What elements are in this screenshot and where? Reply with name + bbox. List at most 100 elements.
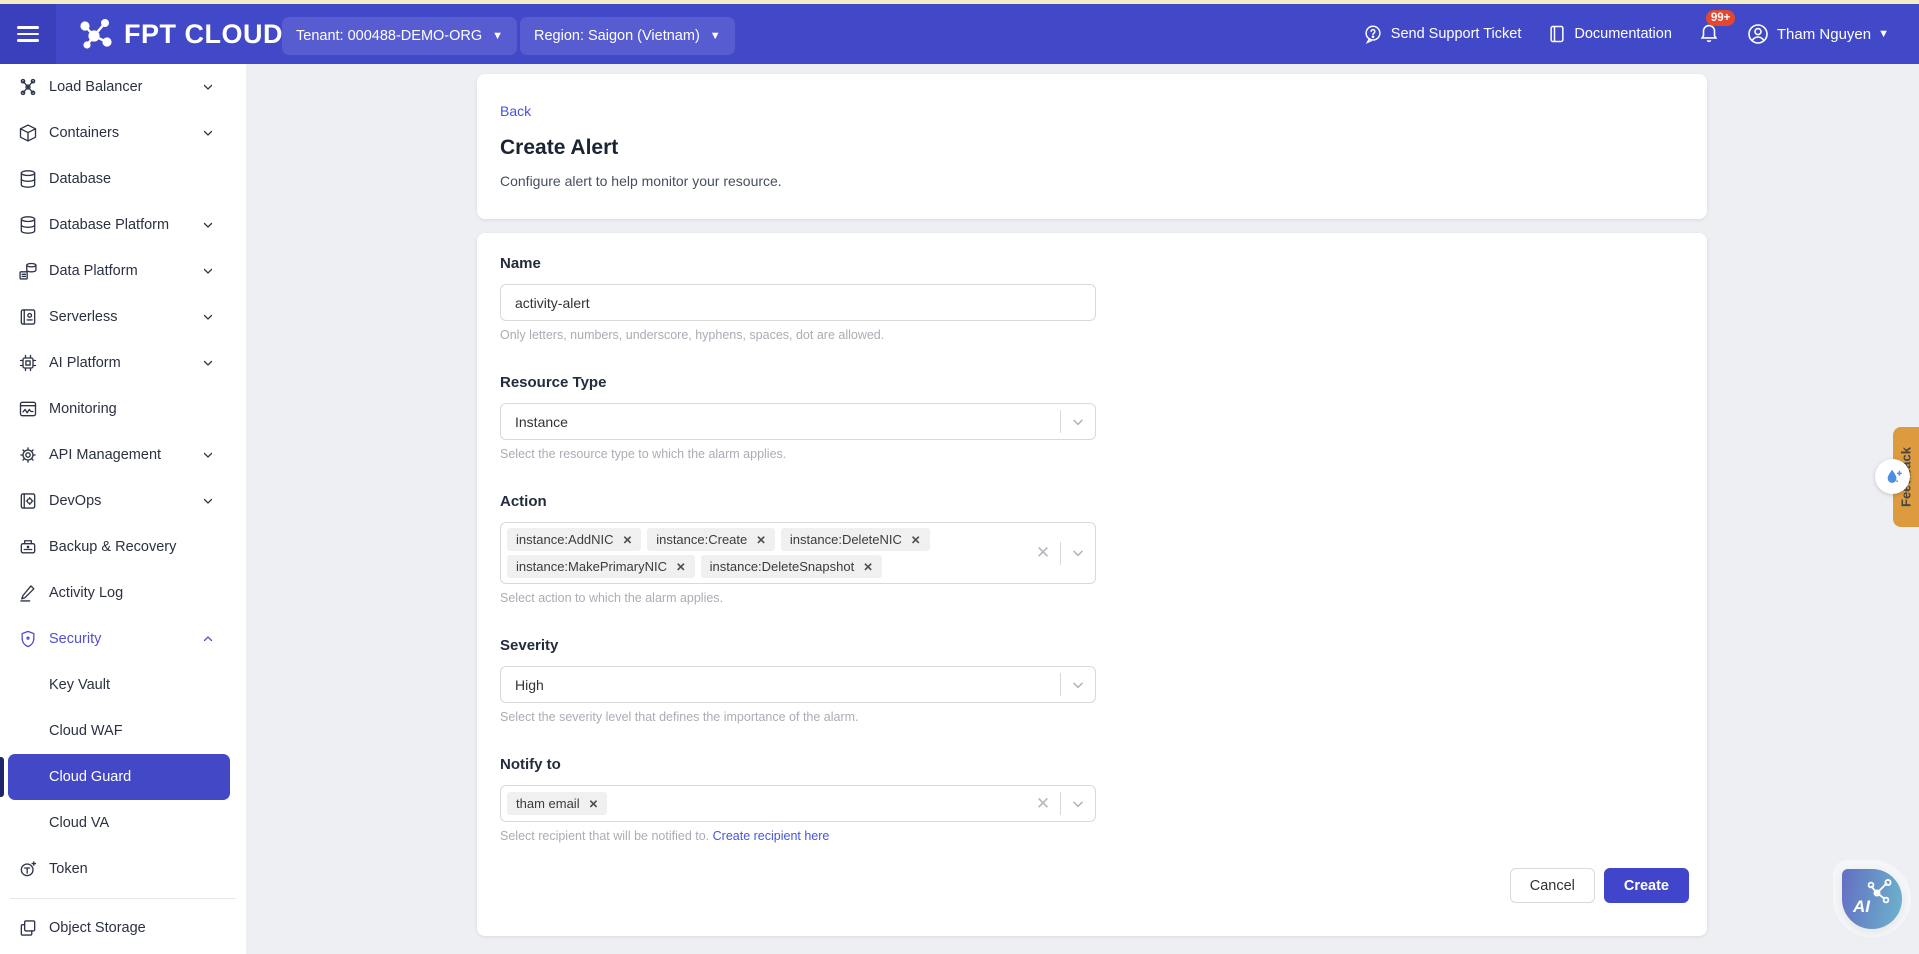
chevron-down-icon	[202, 265, 214, 277]
browser-top-strip	[0, 0, 1919, 4]
sidebar-item-cloud-guard[interactable]: Cloud Guard	[8, 754, 230, 800]
chevron-down-icon	[202, 495, 214, 507]
notify-tags: tham email✕	[507, 787, 947, 820]
sidebar-item-api-management[interactable]: API Management	[0, 432, 246, 478]
sidebar-item-label: Backup & Recovery	[49, 539, 176, 555]
sidebar-item-database[interactable]: Database	[0, 156, 246, 202]
action-tags: instance:AddNIC✕instance:Create✕instance…	[507, 523, 947, 583]
containers-icon	[18, 123, 38, 143]
create-alert-form-card: Name Only letters, numbers, underscore, …	[477, 233, 1707, 936]
tag-remove-icon[interactable]: ✕	[623, 533, 633, 547]
sidebar-item-label: Data Platform	[49, 263, 138, 279]
user-name: Tham Nguyen	[1777, 26, 1871, 43]
tag-remove-icon[interactable]: ✕	[863, 560, 873, 574]
name-input[interactable]	[500, 284, 1096, 321]
ai-platform-icon	[18, 353, 38, 373]
severity-select[interactable]: High	[500, 666, 1096, 703]
logo-text: FPT CLOUD	[124, 19, 283, 50]
sidebar-item-label: Database Platform	[49, 217, 169, 233]
user-menu[interactable]: Tham Nguyen ▼	[1746, 22, 1889, 46]
severity-value: High	[507, 677, 544, 693]
sidebar-item-label: Serverless	[49, 309, 118, 325]
create-button[interactable]: Create	[1604, 868, 1689, 903]
selected-option-tag: instance:Create✕	[647, 528, 775, 551]
chevron-down-icon	[202, 357, 214, 369]
action-section: Action instance:AddNIC✕instance:Create✕i…	[500, 493, 1689, 607]
devops-icon	[18, 491, 38, 511]
selected-option-tag: instance:MakePrimaryNIC✕	[507, 555, 695, 578]
sidebar-item-label: AI Platform	[49, 355, 121, 371]
load-balancer-icon	[18, 77, 38, 97]
documentation-link[interactable]: Documentation	[1547, 23, 1672, 45]
hamburger-icon	[17, 22, 39, 46]
page-subtitle: Configure alert to help monitor your res…	[500, 173, 1683, 189]
severity-label: Severity	[500, 637, 1689, 656]
support-chat-icon	[1362, 23, 1384, 45]
sidebar-item-database-platform[interactable]: Database Platform	[0, 202, 246, 248]
resource-type-select[interactable]: Instance	[500, 403, 1096, 440]
cancel-button[interactable]: Cancel	[1510, 868, 1595, 903]
chevron-down-icon	[202, 81, 214, 93]
tenant-label: Tenant: 000488-DEMO-ORG	[296, 28, 482, 44]
sidebar-item-load-balancer[interactable]: Load Balancer	[0, 64, 246, 110]
selected-option-tag: instance:DeleteNIC ✕	[781, 528, 930, 551]
clear-selection-icon[interactable]: ✕	[1026, 543, 1060, 563]
chevron-down-icon	[202, 449, 214, 461]
object-storage-icon	[18, 918, 38, 938]
sidebar-item-activity-log[interactable]: Activity Log	[0, 570, 246, 616]
sidebar-item-monitoring[interactable]: Monitoring	[0, 386, 246, 432]
sidebar-item-label: Cloud VA	[49, 815, 109, 831]
tag-remove-icon[interactable]: ✕	[589, 797, 599, 811]
name-label: Name	[500, 255, 1689, 274]
sidebar-item-backup-recovery[interactable]: Backup & Recovery	[0, 524, 246, 570]
sidebar-item-serverless[interactable]: Serverless	[0, 294, 246, 340]
database-icon	[18, 169, 38, 189]
sidebar-item-cloud-waf[interactable]: Cloud WAF	[0, 708, 246, 754]
tag-remove-icon[interactable]: ✕	[756, 533, 766, 547]
send-support-ticket-link[interactable]: Send Support Ticket	[1362, 23, 1522, 45]
form-buttons: Cancel Create	[500, 868, 1689, 903]
sidebar-item-containers[interactable]: Containers	[0, 110, 246, 156]
hamburger-menu-button[interactable]	[0, 4, 56, 64]
api-management-icon	[18, 445, 38, 465]
fpt-cloud-logo[interactable]: FPT CLOUD	[78, 4, 283, 64]
back-link[interactable]: Back	[500, 103, 531, 119]
selected-item-edge-marker	[0, 757, 4, 797]
backup-icon	[18, 537, 38, 557]
tag-label: instance:AddNIC	[516, 532, 614, 547]
sidebar-item-label: Load Balancer	[49, 79, 143, 95]
action-multiselect[interactable]: instance:AddNIC✕instance:Create✕instance…	[500, 522, 1096, 584]
sidebar-item-cloud-va[interactable]: Cloud VA	[0, 800, 246, 846]
page-header-card: Back Create Alert Configure alert to hel…	[477, 74, 1707, 219]
region-selector[interactable]: Region: Saigon (Vietnam) ▼	[520, 17, 735, 55]
sidebar-item-label: Token	[49, 861, 88, 877]
resource-type-helper: Select the resource type to which the al…	[500, 447, 1689, 463]
sidebar-item-security[interactable]: Security	[0, 616, 246, 662]
ai-assistant-button[interactable]: AI	[1842, 869, 1902, 929]
sidebar-item-devops[interactable]: DevOps	[0, 478, 246, 524]
sidebar-item-data-platform[interactable]: Data Platform	[0, 248, 246, 294]
clear-selection-icon[interactable]: ✕	[1026, 794, 1060, 814]
sidebar-item-label: Monitoring	[49, 401, 117, 417]
sidebar-item-label: Object Storage	[49, 920, 146, 936]
tag-label: instance:DeleteSnapshot	[710, 559, 855, 574]
create-recipient-link[interactable]: Create recipient here	[713, 829, 830, 843]
tag-remove-icon[interactable]: ✕	[911, 533, 921, 547]
sidebar-item-token[interactable]: Token	[0, 846, 246, 892]
main-content: Back Create Alert Configure alert to hel…	[246, 64, 1919, 954]
sidebar-item-ai-platform[interactable]: AI Platform	[0, 340, 246, 386]
action-label: Action	[500, 493, 1689, 512]
tag-label: instance:DeleteNIC	[790, 532, 902, 547]
notifications-button[interactable]: 99+	[1698, 20, 1720, 49]
chevron-down-icon	[202, 219, 214, 231]
chevron-down-icon	[1061, 415, 1095, 429]
notify-to-helper: Select recipient that will be notified t…	[500, 829, 1689, 845]
tenant-selector[interactable]: Tenant: 000488-DEMO-ORG ▼	[282, 17, 517, 55]
feedback-bubble	[1875, 459, 1910, 494]
sidebar-item-key-vault[interactable]: Key Vault	[0, 662, 246, 708]
tag-remove-icon[interactable]: ✕	[676, 560, 686, 574]
user-avatar-icon	[1746, 22, 1770, 46]
notify-to-multiselect[interactable]: tham email✕ ✕	[500, 785, 1096, 822]
sidebar-item-object-storage[interactable]: Object Storage	[0, 905, 246, 951]
feedback-tab[interactable]: Feedback	[1893, 427, 1919, 527]
